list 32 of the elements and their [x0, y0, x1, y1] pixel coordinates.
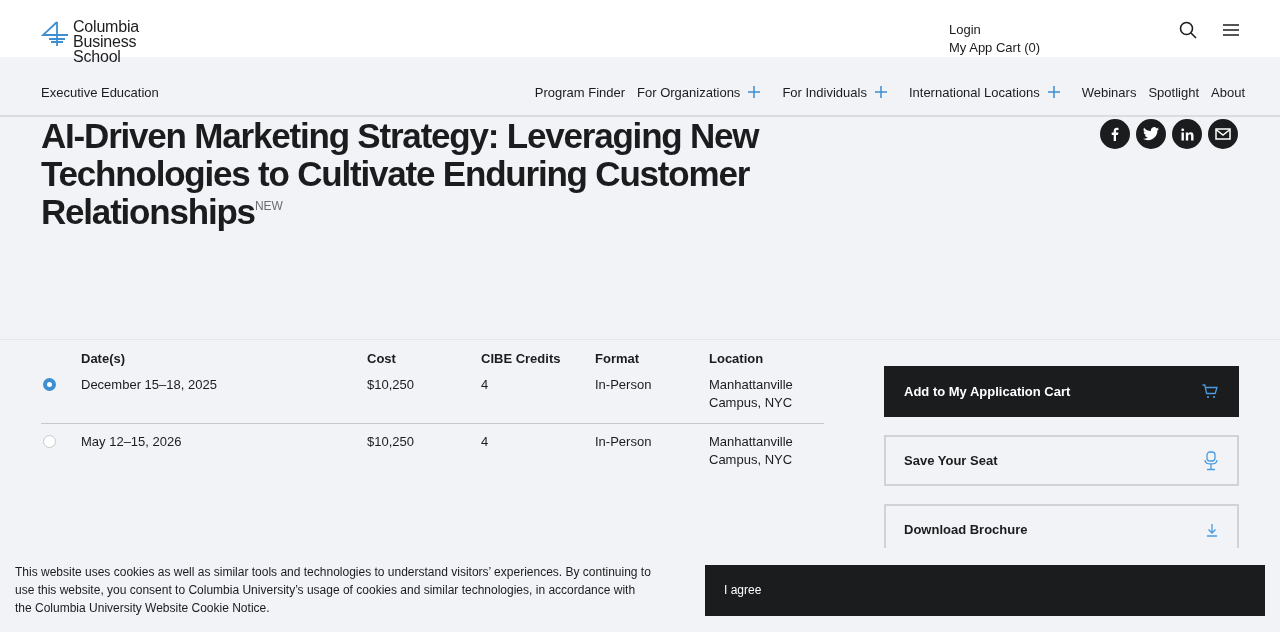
- nav-link[interactable]: For Individuals: [782, 84, 887, 100]
- table-cell-text: Manhattanville Campus, NYC: [709, 376, 794, 412]
- table-cell-text: 4: [481, 376, 490, 394]
- table-cell-text: May 12–15, 2026: [81, 433, 183, 451]
- column-header: CIBE Credits: [481, 350, 562, 368]
- action-button[interactable]: Download Brochure: [884, 504, 1239, 548]
- column-header: Cost: [367, 350, 397, 368]
- page-title: AI-Driven Marketing Strategy: Leveraging New Technologies to Cultivate Enduring Customer Relationships$^{NEW}$: [41, 117, 761, 233]
- agree-button[interactable]: I agree: [705, 564, 1265, 616]
- utility-link[interactable]: Login: [949, 22, 981, 37]
- utility-link[interactable]: My App Cart (0): [949, 40, 1041, 55]
- cookie-notice: This website uses cookies as well as similar tools and technologies to understand visitors’ experiences. By continuing to use this website, you consent to Columbia University’s usage of cookies and similar technologies, in accordance with the Columbia University Website Cookie Notice.: [15, 564, 652, 617]
- section-title[interactable]: Executive Education: [41, 84, 159, 100]
- nav-link[interactable]: Spotlight: [1148, 84, 1199, 100]
- column-header: Date(s): [81, 350, 127, 368]
- table-cell-text: December 15–18, 2025: [81, 376, 218, 394]
- nav-link[interactable]: Webinars: [1081, 84, 1137, 100]
- table-cell-text: In-Person: [595, 433, 653, 451]
- nav-link[interactable]: International Locations: [908, 84, 1060, 100]
- action-button[interactable]: Add to My Application Cart: [884, 366, 1239, 417]
- column-header: Format: [595, 350, 641, 368]
- logo-text[interactable]: Columbia Business School: [73, 19, 139, 64]
- nav-link[interactable]: Program Finder: [534, 84, 626, 100]
- action-button[interactable]: Save Your Seat: [884, 435, 1239, 486]
- nav-link[interactable]: About: [1211, 84, 1245, 100]
- nav-link[interactable]: For Organizations: [637, 84, 761, 100]
- column-header: Location: [709, 350, 765, 368]
- table-cell-text: $10,250: [367, 433, 415, 451]
- table-cell-text: In-Person: [595, 376, 653, 394]
- table-cell-text: 4: [481, 433, 490, 451]
- table-cell-text: $10,250: [367, 376, 415, 394]
- table-cell-text: Manhattanville Campus, NYC: [709, 433, 794, 469]
